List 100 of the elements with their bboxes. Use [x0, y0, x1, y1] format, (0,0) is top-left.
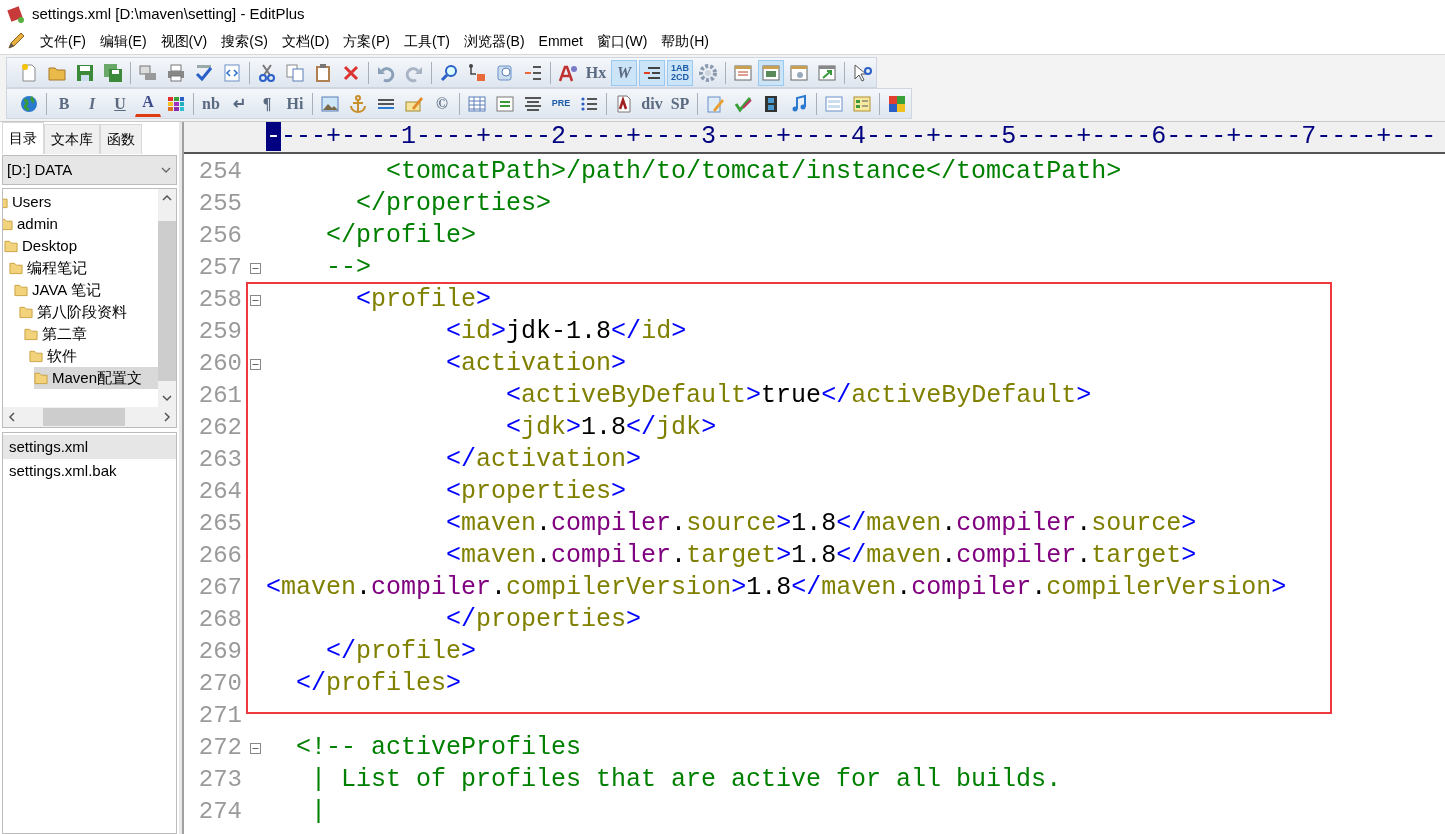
fold-icon[interactable] [250, 262, 261, 274]
menu-item[interactable]: 帮助(H) [661, 30, 709, 52]
toolbar-button[interactable]: div [639, 90, 665, 117]
globe-icon [19, 93, 39, 114]
line-number: 272 [197, 733, 242, 763]
line-number: 257 [197, 253, 242, 283]
toolbar-button[interactable]: U [107, 90, 133, 117]
folder-icon [19, 304, 33, 320]
toolbar-button[interactable]: Hx [583, 59, 609, 86]
menu-item[interactable]: Emmet [538, 30, 583, 52]
code-line: <jdk>1.8</jdk> [505, 412, 717, 444]
line-number: 268 [197, 605, 242, 635]
menu-item[interactable]: 文档(D) [281, 30, 330, 52]
line-number: 259 [197, 317, 242, 347]
anchor-icon [348, 93, 368, 114]
code-line: <properties> [445, 476, 627, 508]
code-line: </profile> [325, 636, 477, 668]
code-line: <maven.compiler.target>1.8</maven.compiler.target> [445, 540, 1197, 572]
menu-item[interactable]: 编辑(E) [99, 30, 147, 52]
drive-select[interactable]: [D:] DATA [2, 155, 177, 185]
tree-item[interactable]: 第二章 [24, 323, 158, 345]
floppy-disks-icon [103, 62, 123, 83]
code-line: </properties> [445, 604, 642, 636]
toolbar-button[interactable]: Hi [282, 90, 308, 117]
folder-icon [29, 348, 43, 364]
menu-item[interactable]: 窗口(W) [596, 30, 648, 52]
line-number: 256 [197, 221, 242, 251]
toolbar-button[interactable]: 1AB 2CD [667, 59, 693, 86]
line-number: 266 [197, 541, 242, 571]
menu-item[interactable]: 浏览器(B) [463, 30, 525, 52]
toolbar-button[interactable]: ↵ [226, 90, 252, 117]
code-line: --> [325, 252, 372, 284]
pencil-icon [6, 31, 26, 51]
line-number: 261 [197, 381, 242, 411]
code-line: <profile> [355, 284, 492, 316]
toolbar-button[interactable]: nb [198, 90, 224, 117]
code-line: <id>jdk-1.8</id> [445, 316, 687, 348]
magnifier-page-icon [495, 62, 515, 83]
toolbar-button[interactable]: I [79, 90, 105, 117]
toolbar-button[interactable]: PRE [548, 90, 574, 117]
code-line: <!-- activeProfiles [295, 732, 582, 764]
fold-icon[interactable] [250, 358, 261, 370]
line-number: 274 [197, 797, 242, 827]
edit-page-icon [705, 93, 725, 114]
folder-icon [9, 260, 23, 276]
menu-item[interactable]: 文件(F) [40, 30, 86, 52]
toolbar-button[interactable]: W [611, 59, 637, 86]
code-line: </profiles> [295, 668, 462, 700]
sidebar-tab[interactable]: 文本库 [44, 124, 100, 154]
scrollbar[interactable] [3, 407, 176, 427]
menu-item[interactable]: 工具(T) [404, 30, 450, 52]
tree-item[interactable]: 第八阶段资料 [19, 301, 158, 323]
scrollbar-thumb[interactable] [158, 221, 176, 381]
tree-item[interactable]: 软件 [29, 345, 158, 367]
toolbar-button[interactable]: ¶ [254, 90, 280, 117]
toolbar-button[interactable]: B [51, 90, 77, 117]
code-line: <activation> [445, 348, 627, 380]
toolbar-button[interactable] [639, 59, 665, 86]
fold-icon[interactable] [250, 294, 261, 306]
toolbar-button[interactable]: A [135, 90, 161, 117]
folder-icon [14, 282, 28, 298]
file-item[interactable]: settings.xml.bak [3, 459, 176, 483]
line-number: 267 [197, 573, 242, 603]
tree-item[interactable]: JAVA 笔记 [14, 279, 158, 301]
settings-icon [698, 62, 718, 83]
toolbar-button[interactable]: SP [667, 90, 693, 117]
menu-item[interactable]: 搜索(S) [221, 30, 268, 52]
file-item[interactable]: settings.xml [3, 435, 176, 459]
folder-icon [24, 326, 38, 342]
form-icon [824, 93, 844, 114]
tree-item[interactable]: Desktop [4, 235, 158, 257]
scrollbar[interactable] [158, 189, 176, 407]
tree-item[interactable]: 编程笔记 [9, 257, 158, 279]
window-icon [789, 62, 809, 83]
form-icon [852, 93, 872, 114]
check-mark-icon [194, 62, 214, 83]
clipboard-icon [313, 62, 333, 83]
line-number: 270 [197, 669, 242, 699]
menu-item[interactable]: 方案(P) [343, 30, 390, 52]
table-icon [467, 93, 487, 114]
menu-item[interactable]: 视图(V) [160, 30, 208, 52]
code-page-icon [222, 62, 242, 83]
scrollbar-thumb[interactable] [43, 408, 125, 426]
code-line: <activeByDefault>true</activeByDefault> [505, 380, 1092, 412]
sidebar-tab[interactable]: 函数 [100, 124, 142, 154]
scissors-icon [257, 62, 277, 83]
tree-item[interactable]: Users [3, 191, 158, 213]
line-number: 254 [197, 157, 242, 187]
tree-item[interactable]: Maven配置文 [34, 367, 158, 389]
font-document-icon [614, 93, 634, 114]
toolbar-button[interactable]: © [429, 90, 455, 117]
replace-icon [467, 62, 487, 83]
app-logo-icon [6, 4, 26, 24]
line-number: 264 [197, 477, 242, 507]
fold-icon[interactable] [250, 742, 261, 754]
sidebar-tab[interactable]: 目录 [2, 122, 44, 154]
tree-item[interactable]: admin [3, 213, 158, 235]
document-icon [19, 62, 39, 83]
folder-icon [4, 238, 18, 254]
window-icon [817, 62, 837, 83]
